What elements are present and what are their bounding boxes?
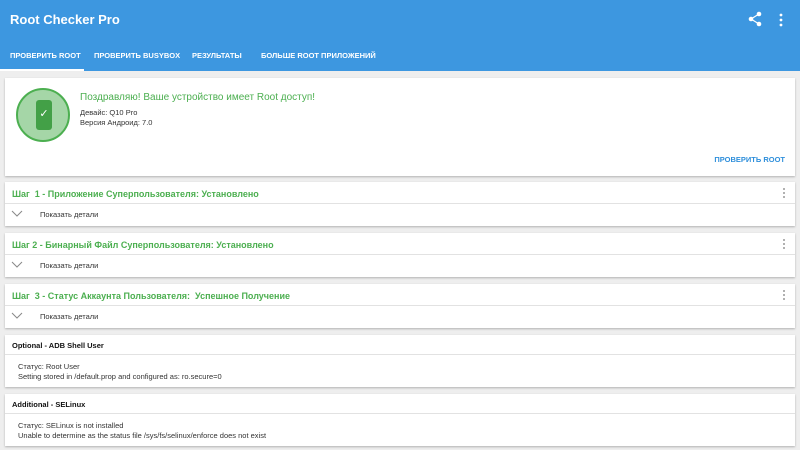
step-title: Шаг 1 - Приложение Суперпользователя: Ус…: [12, 189, 259, 199]
chevron-down-icon[interactable]: [11, 312, 23, 319]
info-line: Статус: SELinux is not installed: [18, 421, 124, 430]
phone-check-icon: ✓: [36, 100, 52, 130]
info-line: Setting stored in /default.prop and conf…: [18, 372, 222, 381]
info-line: Unable to determine as the status file /…: [18, 431, 267, 440]
root-status-card: ✓ Поздравляю! Ваше устройство имеет Root…: [5, 78, 795, 176]
tab-results[interactable]: Результаты: [186, 40, 248, 71]
more-vert-icon[interactable]: [781, 289, 787, 301]
check-root-button[interactable]: Проверить Root: [714, 155, 785, 164]
chevron-down-icon[interactable]: [11, 261, 23, 268]
info-card-title: Optional - ADB Shell User: [12, 341, 104, 350]
adb-shell-user-card: Optional - ADB Shell User Статус: Root U…: [5, 335, 795, 387]
device-name: Девайс: Q10 Pro: [80, 108, 138, 117]
share-icon[interactable]: [748, 11, 762, 27]
root-status-message: Поздравляю! Ваше устройство имеет Root д…: [80, 92, 316, 103]
tab-indicator: [0, 69, 84, 71]
info-line: Статус: Root User: [18, 362, 80, 371]
divider: [5, 305, 795, 306]
tab-check-root[interactable]: Проверить Root: [4, 40, 87, 71]
selinux-card: Additional - SELinux Статус: SELinux is …: [5, 394, 795, 446]
more-vert-icon[interactable]: [781, 238, 787, 250]
android-version: Версия Андроид: 7.0: [80, 118, 153, 127]
step-title: Шаг 3 - Статус Аккаунта Пользователя: Ус…: [12, 291, 291, 301]
step-card: Шаг 2 - Бинарный Файл Суперпользователя:…: [5, 233, 795, 277]
more-vert-icon[interactable]: [781, 187, 787, 199]
show-details-link[interactable]: Показать детали: [40, 210, 98, 219]
tab-bar: Проверить Root Проверить BusyBox Результ…: [0, 40, 800, 71]
step-card: Шаг 3 - Статус Аккаунта Пользователя: Ус…: [5, 284, 795, 328]
chevron-down-icon[interactable]: [11, 210, 23, 217]
step-card: Шаг 1 - Приложение Суперпользователя: Ус…: [5, 182, 795, 226]
info-card-title: Additional - SELinux: [12, 400, 86, 409]
more-vert-icon[interactable]: [777, 12, 785, 28]
show-details-link[interactable]: Показать детали: [40, 261, 98, 270]
root-status-icon: ✓: [16, 88, 70, 142]
divider: [5, 254, 795, 255]
app-bar: Root Checker Pro: [0, 0, 800, 40]
app-title: Root Checker Pro: [10, 12, 120, 27]
divider: [5, 413, 795, 414]
divider: [5, 354, 795, 355]
step-title: Шаг 2 - Бинарный Файл Суперпользователя:…: [12, 240, 274, 250]
tab-more-root-apps[interactable]: Больше Root приложений: [255, 40, 382, 71]
divider: [5, 203, 795, 204]
tab-check-busybox[interactable]: Проверить BusyBox: [88, 40, 186, 71]
show-details-link[interactable]: Показать детали: [40, 312, 98, 321]
